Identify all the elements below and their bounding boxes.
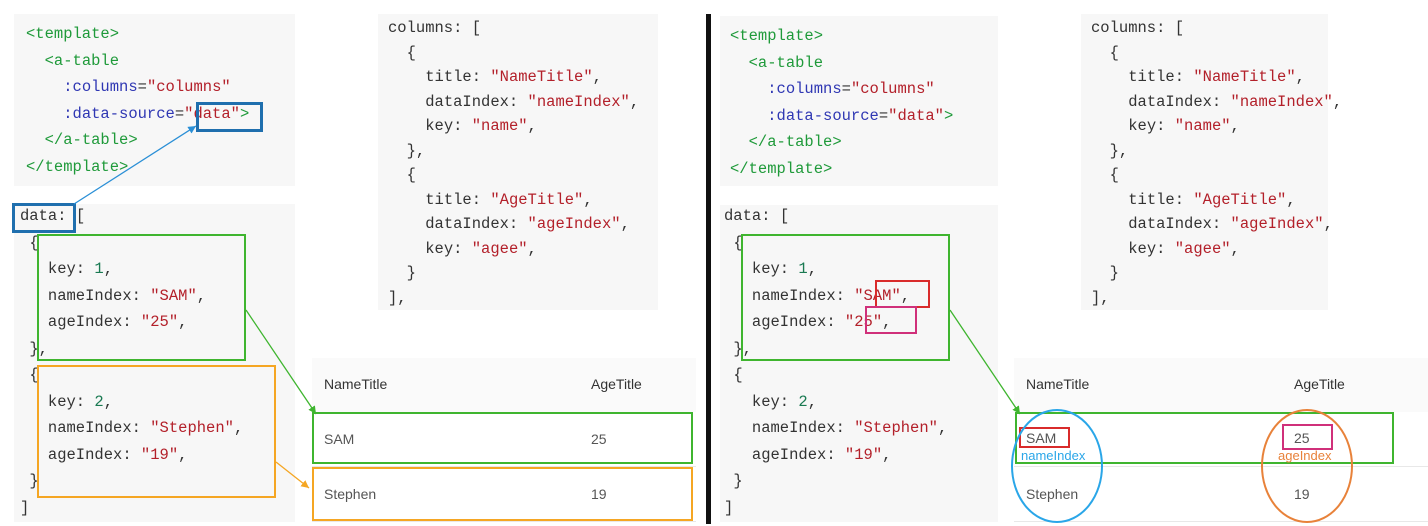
right-arrows: [949, 309, 1353, 523]
age-column-ring: [1261, 409, 1353, 523]
arrow-record-1-right: [949, 309, 1021, 415]
name-column-ring: [1011, 409, 1103, 523]
